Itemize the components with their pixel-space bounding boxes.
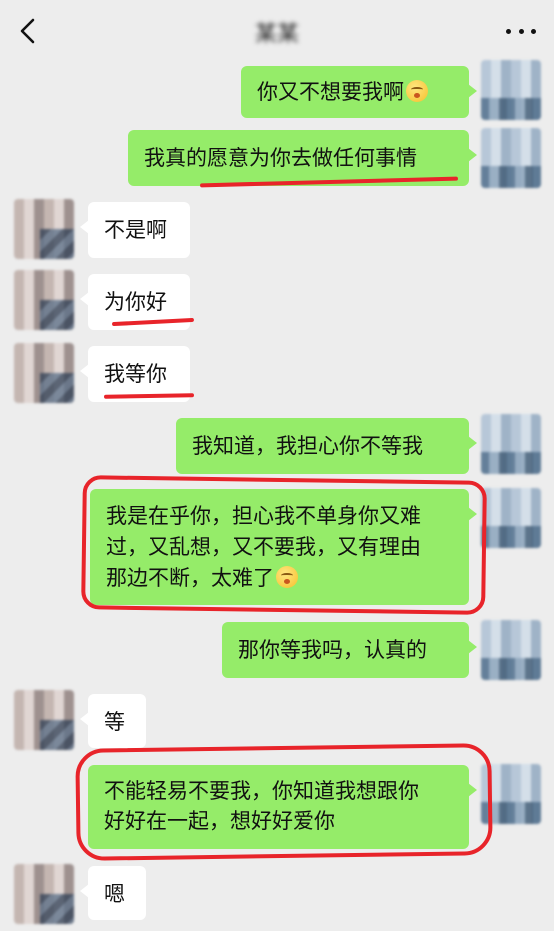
contact-avatar[interactable] <box>14 690 74 750</box>
chat-title: 某某 <box>254 22 299 47</box>
my-avatar[interactable] <box>481 620 541 680</box>
contact-avatar[interactable] <box>14 864 74 924</box>
my-avatar[interactable] <box>481 60 541 120</box>
more-button[interactable] <box>506 22 536 40</box>
message-text: 我知道，我担心你不等我 <box>192 434 423 458</box>
contact-avatar[interactable] <box>14 199 74 259</box>
message-bubble[interactable]: 我知道，我担心你不等我 <box>176 418 477 474</box>
message-bubble[interactable]: 嗯 <box>80 866 146 920</box>
red-circle-annotation <box>75 743 493 861</box>
my-avatar[interactable] <box>481 128 541 188</box>
more-dots-icon <box>506 28 511 34</box>
message-text: 我等你 <box>104 362 167 386</box>
my-avatar[interactable] <box>481 414 541 474</box>
message-bubble[interactable]: 等 <box>80 694 146 748</box>
red-circle-annotation <box>81 475 487 615</box>
slight-frown-emoji-icon <box>406 80 428 102</box>
chat-header: 某某 <box>0 0 554 62</box>
message-text: 等 <box>104 710 125 734</box>
my-avatar[interactable] <box>481 488 541 548</box>
message-text: 为你好 <box>104 290 167 314</box>
message-text: 嗯 <box>104 882 125 906</box>
message-bubble[interactable]: 那你等我吗，认真的 <box>222 622 477 678</box>
message-text: 不是啊 <box>104 218 167 242</box>
message-bubble[interactable]: 不是啊 <box>80 202 190 258</box>
contact-avatar[interactable] <box>14 343 74 403</box>
message-text: 那你等我吗，认真的 <box>238 638 427 662</box>
message-text: 你又不想要我啊 <box>257 80 404 104</box>
message-text: 我真的愿意为你去做任何事情 <box>144 146 417 170</box>
message-bubble[interactable]: 你又不想要我啊 <box>241 66 477 118</box>
contact-avatar[interactable] <box>14 270 74 330</box>
